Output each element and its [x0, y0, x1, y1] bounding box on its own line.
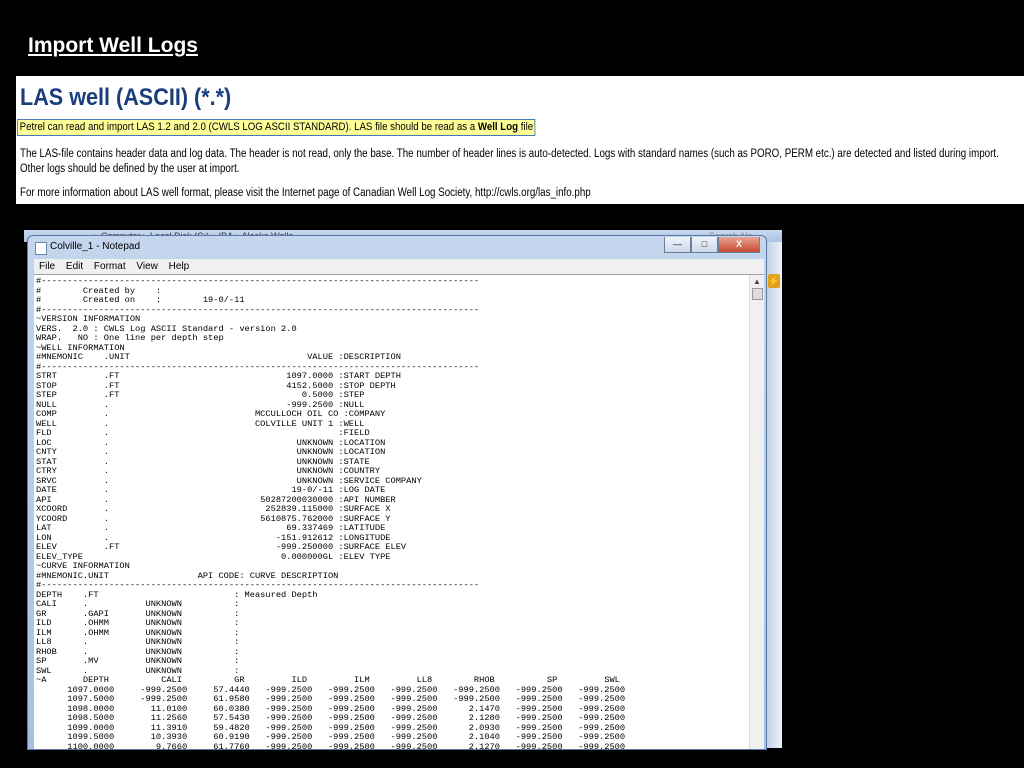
highlighted-note: Petrel can read and import LAS 1.2 and 2… — [17, 119, 536, 136]
menu-file[interactable]: File — [39, 261, 55, 272]
text-line: ~A DEPTH CALI GR ILD ILM LL8 RHOB SP SWL — [36, 675, 620, 685]
doc-paragraph-more-info: For more information about LAS well form… — [20, 187, 591, 199]
text-editor[interactable]: #---------------------------------------… — [34, 274, 764, 749]
highlight-bold-term: Well Log — [477, 121, 519, 133]
text-line: DATE . 19-0/-11 :LOG DATE — [36, 485, 386, 495]
text-line: CNTY . UNKNOWN :LOCATION — [36, 447, 386, 457]
menu-view[interactable]: View — [136, 261, 158, 272]
text-line: WRAP. NO : One line per depth step — [36, 333, 224, 343]
background-window-edge: ⚡ — [765, 242, 782, 748]
menu-format[interactable]: Format — [94, 261, 126, 272]
text-line: YCOORD . 5610875.762000 :SURFACE Y — [36, 513, 391, 524]
text-line: ~CURVE INFORMATION — [36, 561, 130, 571]
doc-heading: LAS well (ASCII) (*.*) — [20, 84, 232, 111]
text-line: DEPTH .FT : Measured Depth — [36, 589, 318, 600]
lightning-icon: ⚡ — [768, 274, 780, 288]
text-line: 1097.5000 -999.2500 61.9580 -999.2500 -9… — [36, 694, 626, 704]
text-line: API . 50287200030000 :API NUMBER — [36, 494, 396, 505]
text-line: FLD . :FIELD — [36, 428, 370, 438]
text-line: #---------------------------------------… — [36, 304, 480, 315]
text-line: XCOORD . 252839.115000 :SURFACE X — [36, 504, 391, 514]
highlight-text-start: Petrel can read and import LAS 1.2 and 2… — [19, 121, 478, 133]
text-line: STEP .FT 0.5000 :STEP — [36, 390, 365, 400]
text-line: LOC . UNKNOWN :LOCATION — [36, 437, 386, 448]
text-line: WELL . COLVILLE UNIT 1 :WELL — [36, 418, 365, 429]
vertical-scrollbar[interactable]: ▲ — [749, 275, 764, 749]
text-line: 1100.0000 9.7660 61.7760 -999.2500 -999.… — [36, 741, 626, 750]
text-line: #MNEMONIC.UNIT API CODE: CURVE DESCRIPTI… — [36, 570, 339, 581]
text-line: LL8 . UNKNOWN : — [36, 637, 240, 647]
text-line: SRVC . UNKNOWN :SERVICE COMPANY — [36, 475, 422, 486]
text-line: #---------------------------------------… — [36, 361, 480, 372]
close-button[interactable]: X — [718, 237, 760, 253]
slide-title: Import Well Logs — [28, 34, 198, 57]
maximize-button[interactable]: □ — [691, 237, 718, 253]
text-line: ~WELL INFORMATION — [36, 342, 125, 353]
menu-help[interactable]: Help — [169, 261, 190, 272]
text-line: VERS. 2.0 : CWLS Log ASCII Standard - ve… — [36, 323, 297, 334]
file-content[interactable]: #---------------------------------------… — [36, 276, 626, 750]
text-line: ILM .OHMM UNKNOWN : — [36, 627, 240, 638]
text-line: NULL . -999.2500 :NULL — [36, 399, 365, 410]
text-line: #MNEMONIC .UNIT VALUE :DESCRIPTION — [36, 352, 401, 362]
documentation-panel: LAS well (ASCII) (*.*) Petrel can read a… — [16, 76, 1024, 204]
minimize-button[interactable]: — — [664, 237, 691, 253]
scroll-up-arrow-icon[interactable]: ▲ — [753, 277, 761, 286]
text-line: STRT .FT 1097.0000 :START DEPTH — [36, 371, 401, 381]
text-line: #---------------------------------------… — [36, 276, 480, 286]
text-line: 1099.0000 11.3910 59.4820 -999.2500 -999… — [36, 722, 626, 733]
text-line: STOP .FT 4152.5000 :STOP DEPTH — [36, 380, 396, 391]
menu-bar: File Edit Format View Help — [34, 259, 764, 274]
notepad-app-icon — [35, 242, 47, 255]
notepad-window: Colville_1 - Notepad — □ X File Edit For… — [27, 235, 767, 750]
text-line: # Created on : 19-0/-11 — [36, 295, 245, 305]
text-line: #---------------------------------------… — [36, 580, 480, 590]
text-line: LAT . 69.337469 :LATITUDE — [36, 523, 386, 533]
text-line: STAT . UNKNOWN :STATE — [36, 456, 370, 467]
text-line: 1098.5000 11.2560 57.5430 -999.2500 -999… — [36, 713, 626, 723]
text-line: 1097.0000 -999.2500 57.4440 -999.2500 -9… — [36, 684, 626, 695]
text-line: COMP . MCCULLOCH OIL CO :COMPANY — [36, 409, 386, 419]
text-line: CTRY . UNKNOWN :COUNTRY — [36, 466, 381, 476]
text-line: ~VERSION INFORMATION — [36, 314, 141, 324]
text-line: SWL . UNKNOWN : — [36, 665, 240, 676]
highlight-text-end: file — [518, 121, 534, 133]
menu-edit[interactable]: Edit — [66, 261, 83, 272]
text-line: RHOB . UNKNOWN : — [36, 646, 240, 657]
text-line: 1098.0000 11.0100 60.0380 -999.2500 -999… — [36, 703, 626, 714]
text-line: ILD .OHMM UNKNOWN : — [36, 618, 240, 628]
window-controls: — □ X — [664, 237, 760, 253]
text-line: SP .MV UNKNOWN : — [36, 656, 240, 666]
text-line: CALI . UNKNOWN : — [36, 599, 240, 609]
doc-paragraph-las-description: The LAS-file contains header data and lo… — [20, 148, 999, 175]
text-line: ELEV_TYPE 0.000000GL :ELEV TYPE — [36, 551, 391, 562]
window-title: Colville_1 - Notepad — [50, 241, 141, 252]
scrollbar-thumb[interactable] — [752, 288, 763, 300]
text-line: 1099.5000 10.3930 60.9190 -999.2500 -999… — [36, 732, 626, 742]
text-line: LON . -151.912612 :LONGITUDE — [36, 532, 391, 543]
text-line: # Created by : — [36, 285, 162, 296]
text-line: GR .GAPI UNKNOWN : — [36, 608, 240, 619]
text-line: ELEV .FT -999.250000 :SURFACE ELEV — [36, 542, 407, 552]
